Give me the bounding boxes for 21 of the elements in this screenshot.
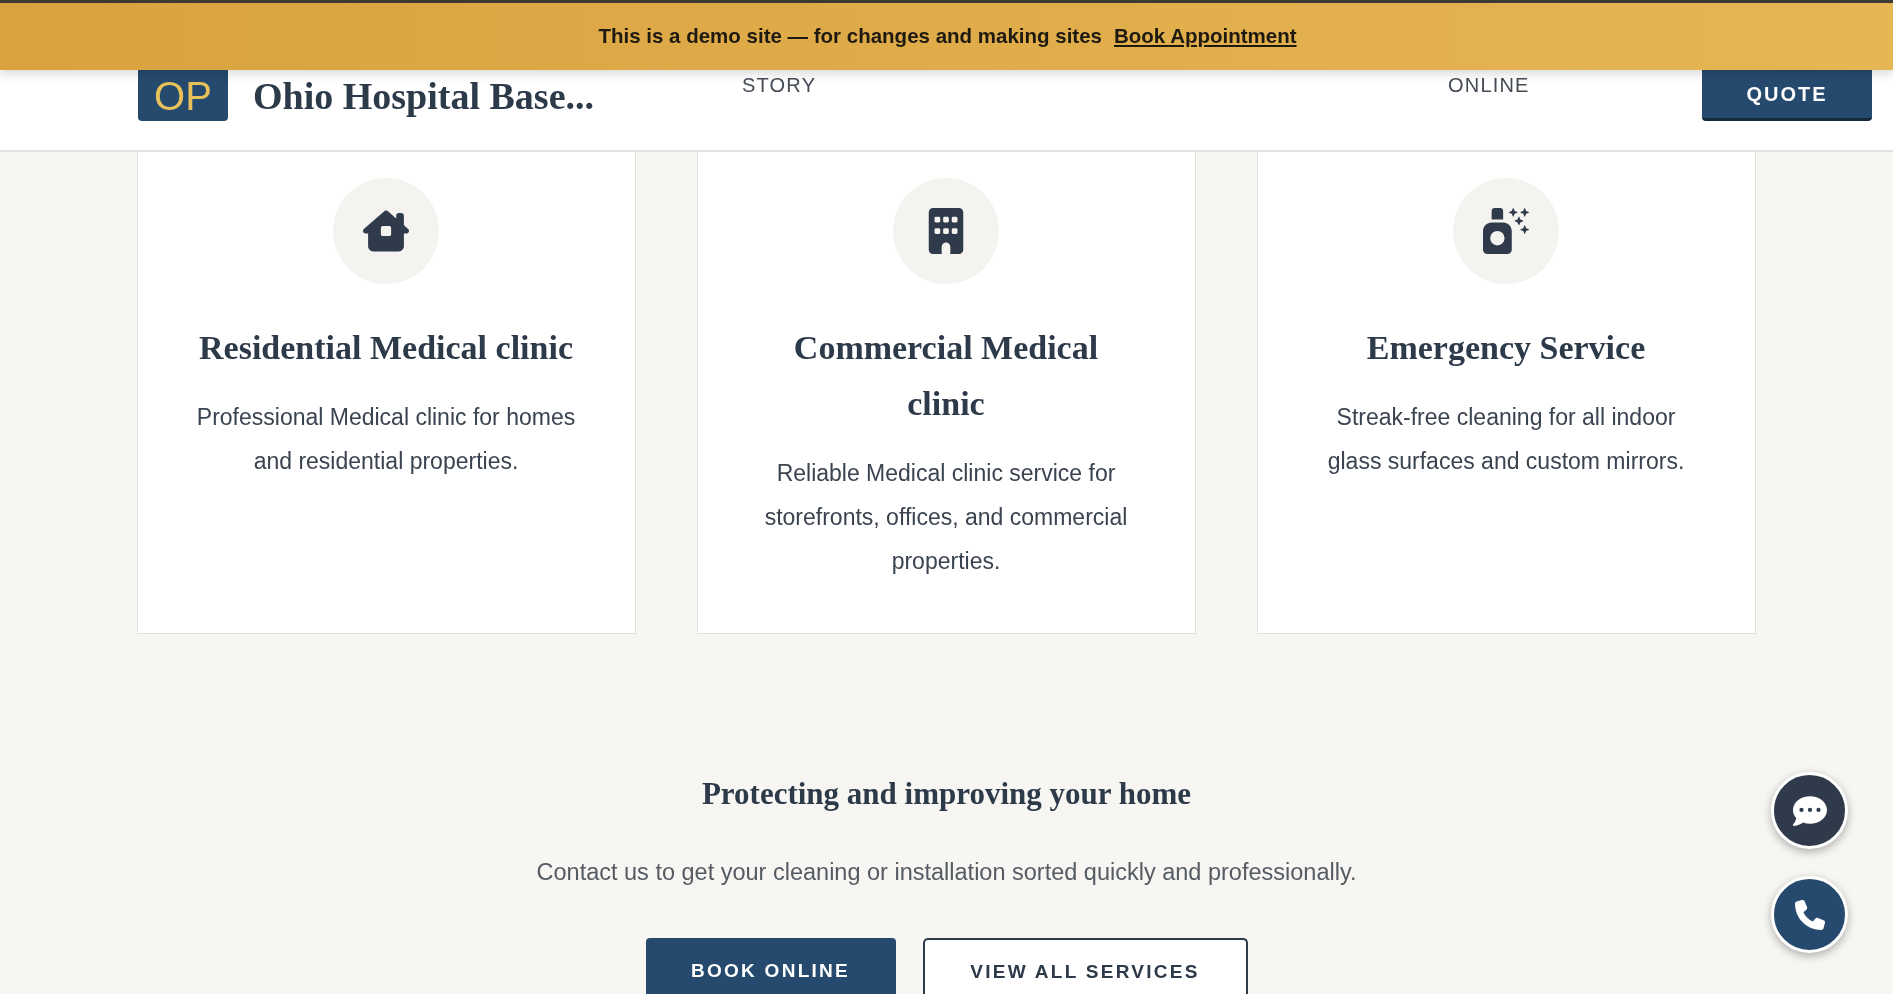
service-description: Streak-free cleaning for all indoor glass surfaces and custom mirrors. <box>1326 403 1686 476</box>
nav-link[interactable]: STORY <box>742 74 817 96</box>
service-title: Commercial Medical clinic <box>792 328 1100 424</box>
banner-text: This is a demo site — for changes and making sites <box>598 23 1102 50</box>
quote-button[interactable]: QUOTE <box>1702 70 1872 121</box>
book-appointment-link[interactable]: Book Appointment <box>1113 21 1297 52</box>
call-button[interactable] <box>1771 876 1848 953</box>
phone-icon <box>1794 899 1825 930</box>
service-description: Reliable Medical clinic service for storefronts, offices, and commercial properties. <box>763 459 1129 576</box>
book-online-button[interactable]: BOOK ONLINE <box>645 938 896 994</box>
section-title: Protecting and improving your home <box>701 775 1192 813</box>
view-services-button[interactable]: VIEW ALL SERVICES <box>922 938 1248 994</box>
service-description: Professional Medical clinic for homes and residential properties. <box>195 403 577 476</box>
site-name[interactable]: Ohio Hospital Base... <box>253 73 594 118</box>
section-subtitle: Contact us to get your cleaning or installation sorted quickly and professionally. <box>536 858 1357 887</box>
logo-mark[interactable]: OP <box>138 70 228 121</box>
chat-button[interactable] <box>1771 772 1848 849</box>
service-title: Emergency Service <box>1366 328 1646 368</box>
chat-icon <box>1792 793 1827 828</box>
nav-link[interactable]: ONLINE <box>1448 74 1530 96</box>
service-title: Residential Medical clinic <box>199 328 573 368</box>
